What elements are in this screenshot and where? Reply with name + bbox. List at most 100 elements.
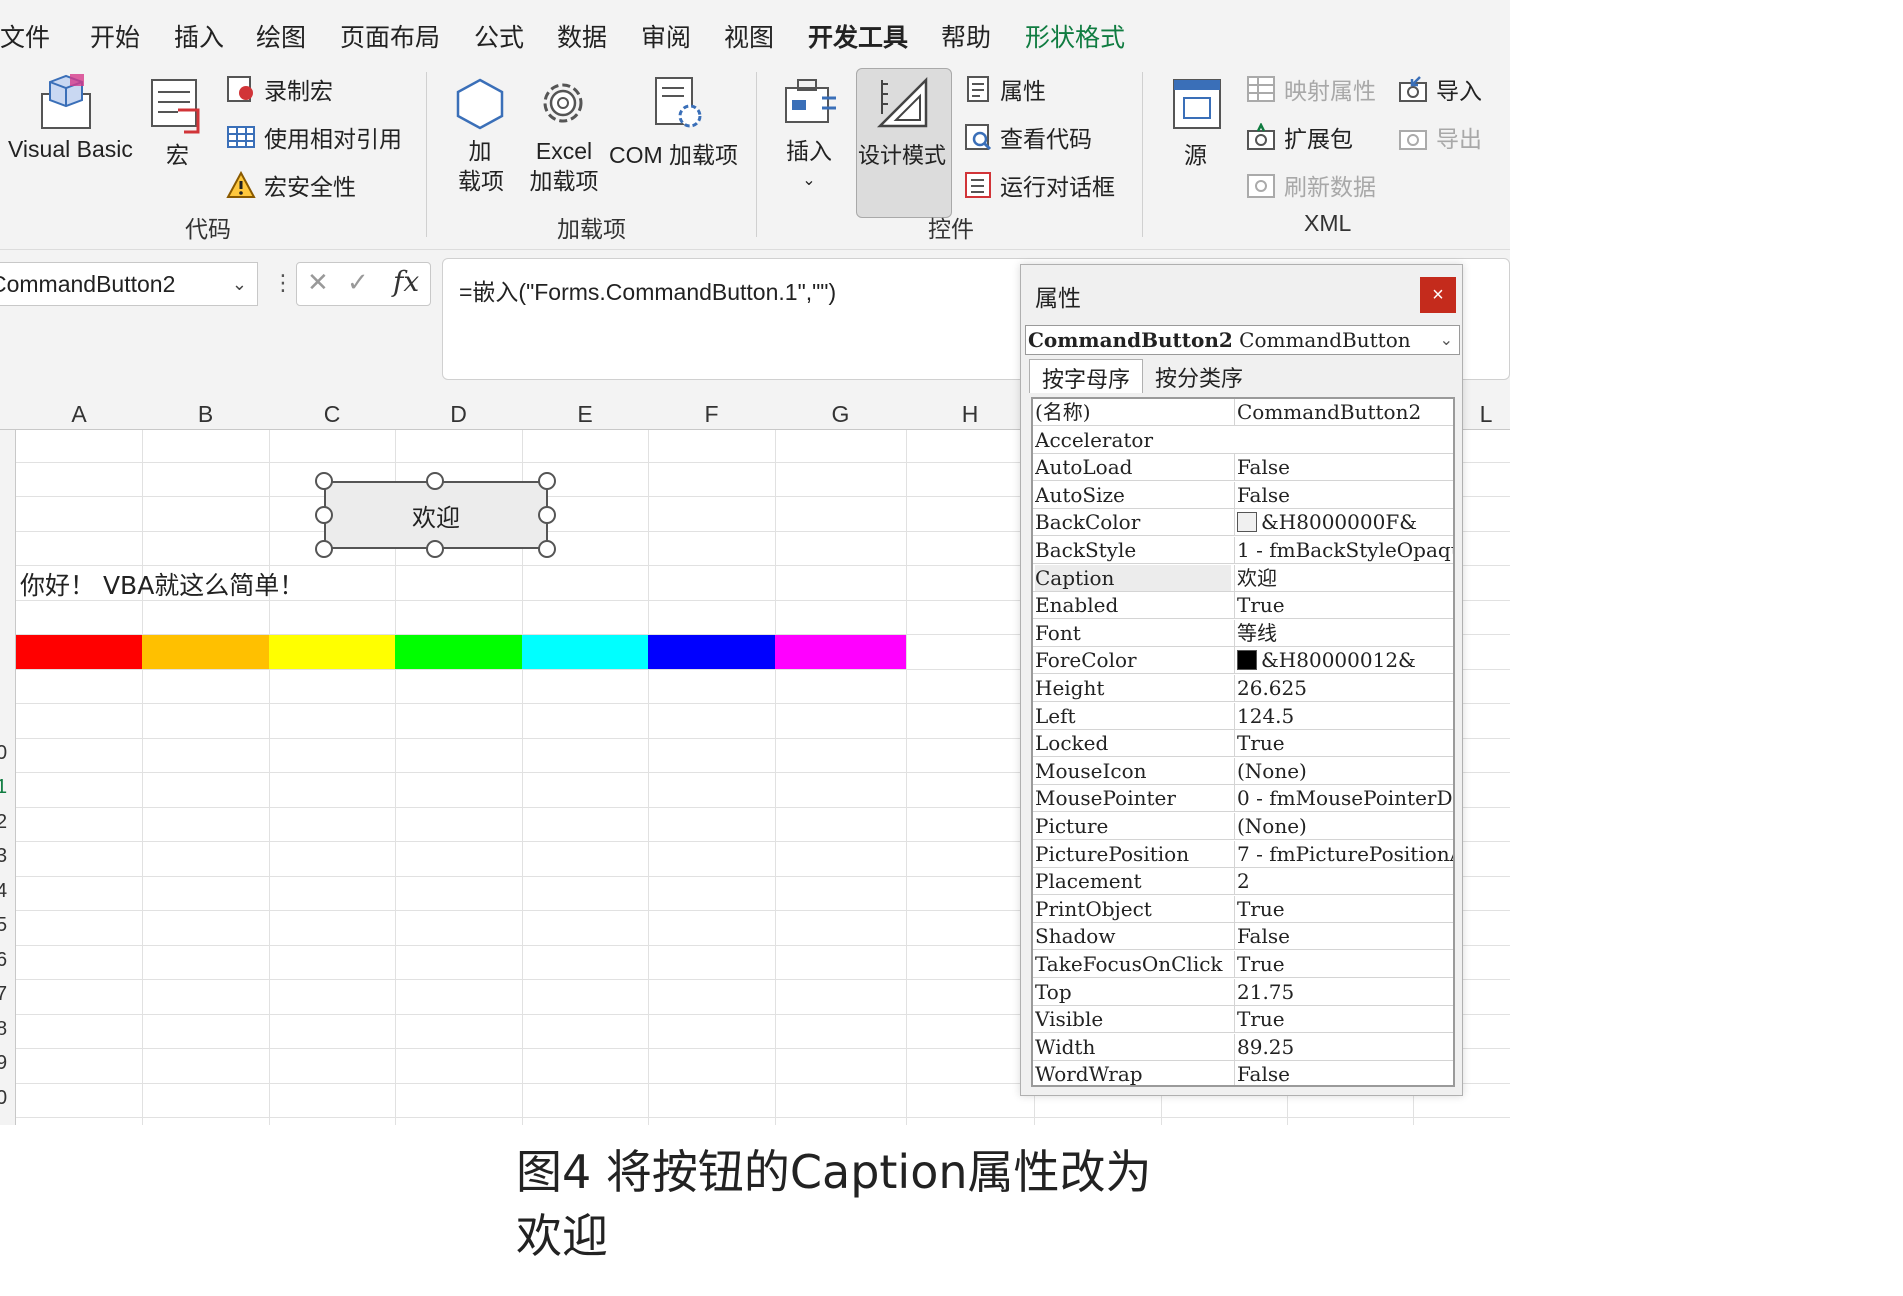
macro-security-button[interactable]: 宏安全性	[226, 168, 356, 202]
column-header[interactable]: G	[775, 398, 906, 430]
property-value[interactable]: 26.625	[1234, 675, 1453, 701]
property-value[interactable]: 1 - fmBackStyleOpaque	[1234, 537, 1453, 563]
row-number[interactable]: 4	[0, 880, 7, 903]
row-number[interactable]: 5	[0, 914, 7, 937]
row-number[interactable]: 7	[0, 983, 7, 1006]
insert-control-button[interactable]: 插入 ⌄	[784, 136, 834, 196]
tab-insert[interactable]: 插入	[174, 18, 224, 54]
property-value[interactable]: CommandButton2	[1234, 399, 1453, 425]
property-value[interactable]: 欢迎	[1234, 564, 1453, 591]
rainbow-cell[interactable]	[395, 635, 522, 669]
design-mode-button[interactable]: 设计模式	[858, 138, 946, 170]
property-row[interactable]: Accelerator	[1033, 427, 1453, 454]
property-value[interactable]: True	[1234, 1006, 1453, 1033]
resize-handle[interactable]	[426, 540, 444, 558]
rainbow-cell[interactable]	[522, 635, 648, 669]
property-value[interactable]: (None)	[1234, 757, 1453, 784]
export-button[interactable]: 导出	[1398, 120, 1482, 154]
property-row[interactable]: AutoLoad False	[1033, 454, 1453, 482]
row-number[interactable]: 2	[0, 811, 7, 834]
property-value[interactable]: False	[1234, 481, 1453, 508]
refresh-data-button[interactable]: 刷新数据	[1246, 168, 1376, 202]
property-value[interactable]: &H8000000F&	[1234, 509, 1453, 536]
property-row[interactable]: TakeFocusOnClick True	[1033, 951, 1453, 978]
property-row[interactable]: PicturePosition 7 - fmPicturePositionAbov…	[1033, 840, 1453, 868]
property-row[interactable]: Left 124.5	[1033, 702, 1453, 730]
import-button[interactable]: 导入	[1398, 72, 1482, 106]
property-value[interactable]: True	[1234, 730, 1453, 757]
rainbow-cell[interactable]	[16, 635, 142, 669]
tab-shape-format[interactable]: 形状格式	[1025, 18, 1125, 54]
property-row[interactable]: Locked True	[1033, 730, 1453, 758]
property-row[interactable]: MousePointer 0 - fmMousePointerDefault	[1033, 785, 1453, 813]
rainbow-cell[interactable]	[142, 635, 269, 669]
map-properties-button[interactable]: 映射属性	[1246, 72, 1376, 106]
record-macro-button[interactable]: 录制宏	[226, 72, 333, 106]
chevron-down-icon[interactable]: ⌄	[232, 263, 247, 305]
name-box[interactable]: CommandButton2 ⌄	[0, 262, 258, 306]
column-header[interactable]: C	[269, 398, 395, 430]
property-row[interactable]: Font 等线	[1033, 619, 1453, 647]
tab-file[interactable]: 文件	[0, 18, 50, 54]
property-value[interactable]: 7 - fmPicturePositionAboveCenter	[1234, 840, 1453, 867]
property-value[interactable]: True	[1234, 592, 1453, 619]
resize-handle[interactable]	[538, 506, 556, 524]
resize-handle[interactable]	[315, 472, 333, 490]
property-value[interactable]: False	[1234, 454, 1453, 481]
tab-review[interactable]: 审阅	[641, 18, 691, 54]
properties-button[interactable]: 属性	[964, 72, 1046, 106]
row-number[interactable]: 0	[0, 742, 7, 765]
property-value[interactable]: 0 - fmMousePointerDefault	[1234, 785, 1453, 812]
rainbow-cell[interactable]	[775, 635, 906, 669]
run-dialog-button[interactable]: 运行对话框	[964, 168, 1115, 202]
cancel-icon[interactable]: ✕	[307, 267, 329, 298]
property-value[interactable]: True	[1234, 951, 1453, 977]
property-value[interactable]: False	[1234, 1061, 1453, 1085]
tab-developer[interactable]: 开发工具	[808, 18, 909, 64]
column-header[interactable]: F	[648, 398, 775, 430]
view-code-button[interactable]: 查看代码	[964, 120, 1092, 154]
property-row[interactable]: Picture (None)	[1033, 813, 1453, 840]
tab-formulas[interactable]: 公式	[474, 18, 524, 54]
rainbow-cell[interactable]	[648, 635, 775, 669]
tab-draw[interactable]: 绘图	[256, 18, 306, 54]
property-row[interactable]: BackColor &H8000000F&	[1033, 509, 1453, 537]
relative-references-button[interactable]: 使用相对引用	[226, 120, 402, 154]
row-number[interactable]: 3	[0, 845, 7, 868]
resize-handle[interactable]	[426, 472, 444, 490]
property-value[interactable]: &H80000012&	[1234, 647, 1453, 674]
tab-help[interactable]: 帮助	[941, 18, 991, 54]
tab-alphabetic[interactable]: 按字母序	[1029, 359, 1144, 393]
resize-handle[interactable]	[315, 540, 333, 558]
row-number[interactable]: 6	[0, 949, 7, 972]
resize-handle[interactable]	[315, 506, 333, 524]
property-row[interactable]: AutoSize False	[1033, 481, 1453, 509]
property-row[interactable]: WordWrap False	[1033, 1061, 1453, 1085]
property-row[interactable]: Width 89.25	[1033, 1033, 1453, 1061]
row-number[interactable]: 0	[0, 1087, 7, 1110]
xml-source-button[interactable]: 源	[1184, 136, 1207, 170]
property-value[interactable]: (None)	[1234, 813, 1453, 839]
column-header[interactable]: H	[906, 398, 1034, 430]
property-row[interactable]: Placement 2	[1033, 868, 1453, 896]
object-select[interactable]: CommandButton2 CommandButton ⌄	[1025, 325, 1460, 355]
property-row[interactable]: Caption 欢迎	[1033, 564, 1453, 592]
column-header[interactable]: E	[522, 398, 648, 430]
resize-handle[interactable]	[538, 472, 556, 490]
tab-view[interactable]: 视图	[724, 18, 774, 54]
property-row[interactable]: Enabled True	[1033, 592, 1453, 620]
com-addins-button[interactable]: COM 加载项	[609, 136, 738, 170]
property-row[interactable]: PrintObject True	[1033, 895, 1453, 923]
row-number[interactable]: 9	[0, 1052, 7, 1075]
column-header[interactable]: D	[395, 398, 522, 430]
column-header[interactable]: A	[16, 398, 142, 430]
property-value[interactable]: False	[1234, 923, 1453, 950]
close-button[interactable]: ×	[1420, 277, 1456, 313]
tab-home[interactable]: 开始	[90, 18, 140, 54]
excel-addins-button[interactable]: Excel 加载项	[524, 136, 604, 196]
column-header[interactable]: L	[1466, 398, 1506, 430]
property-row[interactable]: Shadow False	[1033, 923, 1453, 951]
insert-function-icon[interactable]: fx	[393, 265, 419, 298]
row-number[interactable]: 1	[0, 776, 7, 799]
property-row[interactable]: Visible True	[1033, 1006, 1453, 1034]
